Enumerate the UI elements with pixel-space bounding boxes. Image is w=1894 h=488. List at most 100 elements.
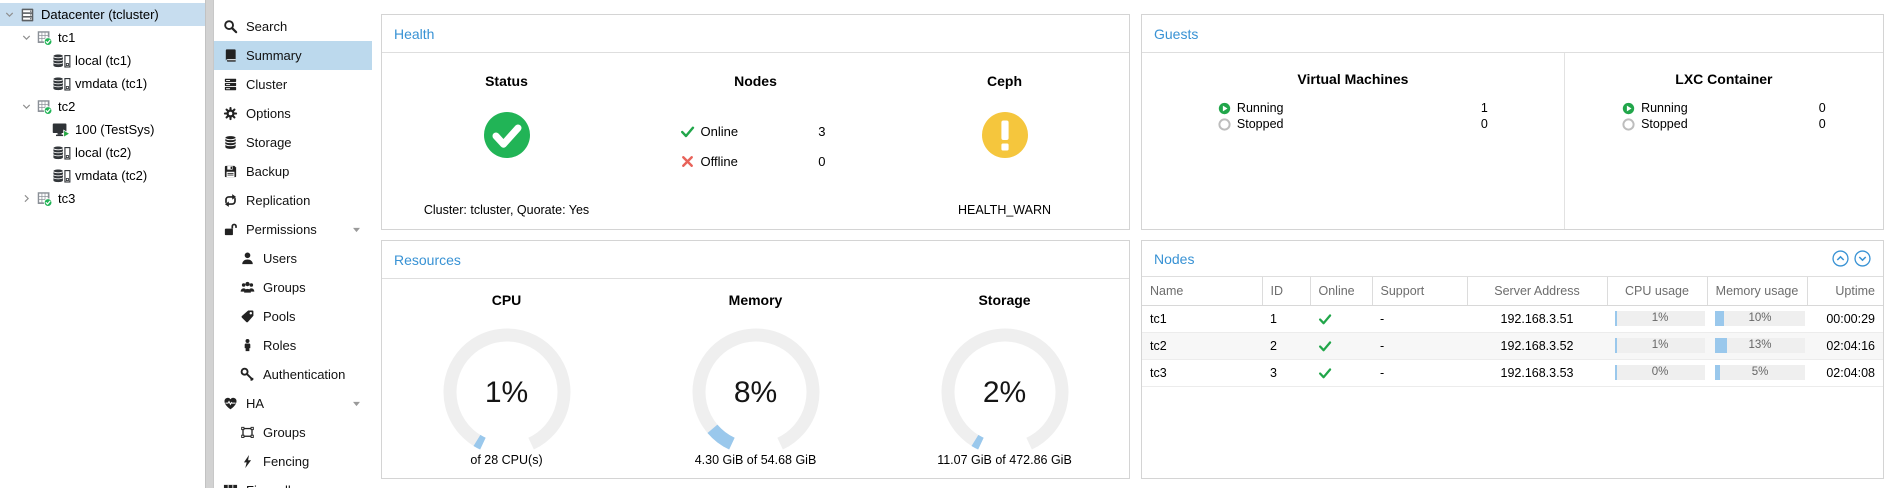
vm-running-label: Running xyxy=(1236,101,1284,115)
chevron-down-icon[interactable] xyxy=(351,398,362,409)
column-header-cpu-usage[interactable]: CPU usage xyxy=(1607,277,1708,306)
check-icon xyxy=(1318,339,1332,353)
nodes-offline-row: Offline 0 xyxy=(680,151,832,171)
column-header-id[interactable]: ID xyxy=(1262,277,1311,306)
menu-item-ha[interactable]: HA xyxy=(214,389,372,418)
menu-item-backup[interactable]: Backup xyxy=(214,157,372,186)
backup-icon xyxy=(223,164,238,179)
menu-item-roles[interactable]: Roles xyxy=(214,331,372,360)
menu-item-permissions[interactable]: Permissions xyxy=(214,215,372,244)
tree-item-tc1[interactable]: tc1 xyxy=(0,26,205,49)
usage-bar: 1% xyxy=(1615,338,1705,353)
tree-item-label: local (tc1) xyxy=(75,53,132,68)
menu-item-label: HA xyxy=(246,396,265,411)
menu-item-label: Groups xyxy=(263,425,306,440)
nodes-heading: Nodes xyxy=(734,73,777,89)
authentication-icon xyxy=(240,367,255,382)
menu-item-users[interactable]: Users xyxy=(214,244,372,273)
proxmox-datacenter-summary: Datacenter (tcluster) tc1 local (tc1) vmdat… xyxy=(0,0,1894,488)
resources-panel-header: Resources xyxy=(382,241,1129,279)
menu-item-storage[interactable]: Storage xyxy=(214,128,372,157)
menu-item-label: Pools xyxy=(263,309,296,324)
menu-item-search[interactable]: Search xyxy=(214,12,372,41)
tree-item-tc2[interactable]: tc2 xyxy=(0,95,205,118)
node-row-tc2[interactable]: tc2 2-192.168.3.52 1% 13% 02:04:16 xyxy=(1142,332,1883,360)
usage-bar-label: 10% xyxy=(1748,312,1772,324)
vm-stopped-count: 0 xyxy=(1480,117,1488,131)
menu-item-pools[interactable]: Pools xyxy=(214,302,372,331)
usage-bar-label: 1% xyxy=(1651,312,1669,324)
ha-icon xyxy=(223,396,238,411)
resource-tree: Datacenter (tcluster) tc1 local (tc1) vmdat… xyxy=(0,0,205,488)
running-icon xyxy=(1218,102,1231,115)
menu-item-firewall[interactable]: Firewall xyxy=(214,476,372,488)
collapse-arrow-icon[interactable] xyxy=(21,32,35,44)
menu-item-cluster[interactable]: Cluster xyxy=(214,70,372,99)
column-header-server-address[interactable]: Server Address xyxy=(1467,277,1608,306)
chevron-down-icon[interactable] xyxy=(351,224,362,235)
menu-item-authentication[interactable]: Authentication xyxy=(214,360,372,389)
tree-splitter[interactable] xyxy=(205,0,214,488)
ceph-status-text: HEALTH_WARN xyxy=(957,203,1052,217)
gauge-storage: Storage 2% 11.07 GiB of 472.86 GiB xyxy=(880,279,1129,478)
gauge-caption: 11.07 GiB of 472.86 GiB xyxy=(937,453,1072,467)
nodes-table-body: tc1 1-192.168.3.51 1% 10% 00:00:29 tc2 2-192.1… xyxy=(1142,305,1883,387)
gauge-cpu: CPU 1% of 28 CPU(s) xyxy=(382,279,631,478)
gauge-caption: 4.30 GiB of 54.68 GiB xyxy=(694,453,817,467)
gauge-arc: 1% xyxy=(422,324,592,452)
offline-label: Offline xyxy=(700,153,738,169)
tree-item-label: local (tc2) xyxy=(75,145,132,160)
tree-item-tc1-vmdata[interactable]: vmdata (tc1) xyxy=(0,72,205,95)
collapse-arrow-icon[interactable] xyxy=(21,101,35,113)
health-status-column: Status Cluster: tcluster, Quorate: Yes xyxy=(382,53,631,229)
storage-icon xyxy=(223,135,238,150)
menu-item-label: Roles xyxy=(263,338,297,353)
gauge-heading: Memory xyxy=(728,292,783,308)
groups-icon xyxy=(240,280,255,295)
menu-item-label: Groups xyxy=(263,280,306,295)
menu-item-groups[interactable]: Groups xyxy=(214,273,372,302)
column-header-uptime[interactable]: Uptime xyxy=(1807,277,1883,306)
menu-item-label: Options xyxy=(246,106,291,121)
nodes-panel-title: Nodes xyxy=(1154,250,1195,267)
vm-stopped-label: Stopped xyxy=(1236,117,1284,131)
expand-arrow-icon[interactable] xyxy=(21,193,35,205)
ceph-heading: Ceph xyxy=(987,73,1022,89)
menu-item-ha-groups[interactable]: Groups xyxy=(214,418,372,447)
menu-item-replication[interactable]: Replication xyxy=(214,186,372,215)
menu-item-options[interactable]: Options xyxy=(214,99,372,128)
column-header-name[interactable]: Name xyxy=(1142,277,1263,306)
users-icon xyxy=(240,251,255,266)
menu-item-fencing[interactable]: Fencing xyxy=(214,447,372,476)
column-header-support[interactable]: Support xyxy=(1372,277,1468,306)
column-header-memory-usage[interactable]: Memory usage xyxy=(1707,277,1808,306)
firewall-icon xyxy=(223,483,238,488)
vm-running-count: 1 xyxy=(1480,101,1488,115)
nodes-panel: Nodes Name ID Online Support Server Address C… xyxy=(1141,240,1884,479)
menu-item-label: Storage xyxy=(246,135,292,150)
online-label: Online xyxy=(700,123,739,139)
column-header-online[interactable]: Online xyxy=(1310,277,1373,306)
lxc-heading: LXC Container xyxy=(1675,71,1773,87)
scroll-up-button[interactable] xyxy=(1832,250,1849,267)
tree-item-vm-100[interactable]: 100 (TestSys) xyxy=(0,118,205,141)
menu-item-summary[interactable]: Summary xyxy=(214,41,372,70)
nodes-table-header-row: Name ID Online Support Server Address CPU usa… xyxy=(1142,277,1883,306)
tree-item-tc2-vmdata[interactable]: vmdata (tc2) xyxy=(0,164,205,187)
collapse-arrow-icon[interactable] xyxy=(4,9,18,21)
tree-item-label: tc3 xyxy=(58,191,76,206)
tree-item-tc3[interactable]: tc3 xyxy=(0,187,205,210)
usage-bar-label: 13% xyxy=(1748,339,1772,351)
collapse-panel-button[interactable] xyxy=(1854,250,1871,267)
tree-item-datacenter[interactable]: Datacenter (tcluster) xyxy=(0,3,205,26)
node-row-tc1[interactable]: tc1 1-192.168.3.51 1% 10% 00:00:29 xyxy=(1142,305,1883,333)
config-menu: Search Summary Cluster Options Storage Backup… xyxy=(214,0,372,488)
node-row-tc3[interactable]: tc3 3-192.168.3.53 0% 5% 02:04:08 xyxy=(1142,359,1883,387)
lxc-running-count: 0 xyxy=(1818,101,1826,115)
tree-item-tc2-local[interactable]: local (tc2) xyxy=(0,141,205,164)
tree-item-label: Datacenter (tcluster) xyxy=(41,7,159,22)
gauge-memory: Memory 8% 4.30 GiB of 54.68 GiB xyxy=(631,279,880,478)
usage-bar: 10% xyxy=(1715,311,1805,326)
tree-item-tc1-local[interactable]: local (tc1) xyxy=(0,49,205,72)
